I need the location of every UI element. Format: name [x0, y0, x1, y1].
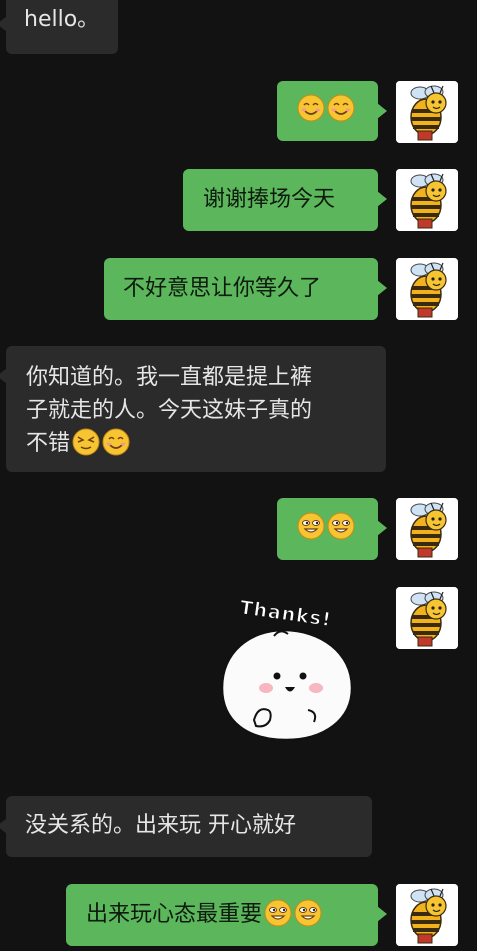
message-line-with-emoji: 不错 [26, 427, 376, 460]
avatar[interactable] [396, 258, 458, 320]
message-line: 你知道的。我一直都是提上裤 [26, 365, 313, 390]
message-bubble-outgoing[interactable] [277, 81, 387, 141]
bee-avatar-icon [396, 258, 458, 320]
avatar[interactable] [396, 587, 458, 649]
message-bubble-outgoing[interactable]: 谢谢捧场今天 [183, 169, 387, 231]
avatar[interactable] [396, 81, 458, 143]
sticker-caption: Thanks! [238, 597, 333, 632]
message-bubble-outgoing[interactable]: 不好意思让你等久了 [104, 258, 387, 320]
bee-avatar-icon [396, 587, 458, 649]
message-text: 谢谢捧场今天 [203, 187, 336, 212]
message-bubble-incoming[interactable]: 没关系的。出来玩 开心就好 [0, 796, 372, 857]
grin-emoji-icon [327, 512, 355, 540]
avatar[interactable] [396, 169, 458, 231]
message-line: 子就走的人。今天这妹子真的 [26, 398, 313, 423]
grin-emoji-icon [264, 899, 292, 927]
avatar[interactable] [396, 498, 458, 560]
message-text: 不好意思让你等久了 [123, 276, 322, 301]
message-bubble-incoming[interactable]: 你知道的。我一直都是提上裤 子就走的人。今天这妹子真的 不错 [0, 346, 386, 472]
message-bubble-outgoing[interactable]: 出来玩心态最重要 [66, 884, 387, 946]
message-text: 没关系的。出来玩 开心就好 [25, 813, 296, 838]
smile-emoji-icon [102, 428, 130, 456]
bee-avatar-icon [396, 884, 458, 946]
message-text: 出来玩心态最重要 [86, 902, 263, 927]
grin-emoji-icon [297, 512, 325, 540]
avatar[interactable] [396, 884, 458, 946]
message-text: 不错 [26, 431, 71, 456]
smile-emoji-icon [327, 94, 355, 122]
grin-emoji-icon [294, 899, 322, 927]
thanks-sticker-icon[interactable]: Thanks! [214, 590, 359, 750]
message-bubble-incoming[interactable]: hello。 [0, 0, 118, 54]
bee-avatar-icon [396, 81, 458, 143]
bee-avatar-icon [396, 169, 458, 231]
message-bubble-outgoing[interactable] [277, 498, 387, 560]
smile-emoji-icon [297, 94, 325, 122]
bee-avatar-icon [396, 498, 458, 560]
squint-emoji-icon [72, 428, 100, 456]
message-text: hello。 [24, 7, 100, 32]
